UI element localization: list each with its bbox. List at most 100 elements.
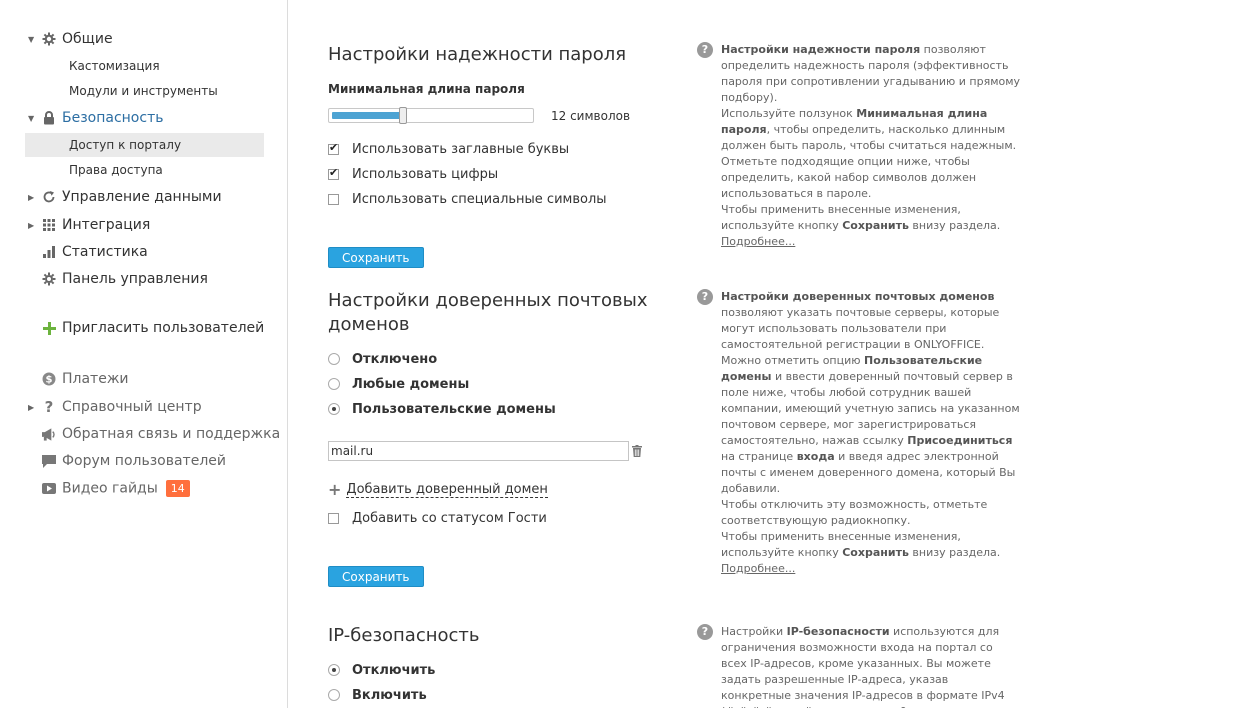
domains-any-radio[interactable] bbox=[328, 378, 340, 390]
nav-feedback-label: Обратная связь и поддержка bbox=[62, 426, 281, 442]
help-question-icon: ? bbox=[697, 289, 713, 305]
trash-icon[interactable] bbox=[632, 445, 642, 457]
domains-disabled-label: Отключено bbox=[352, 351, 438, 367]
nav-forum-label: Форум пользователей bbox=[62, 453, 226, 469]
domains-section-title-line1: Настройки доверенных почтовых bbox=[328, 290, 648, 311]
ip-enable-radio[interactable] bbox=[328, 689, 340, 701]
bar-chart-icon bbox=[42, 245, 56, 259]
add-trusted-domain-link[interactable]: + Добавить доверенный домен bbox=[328, 480, 548, 499]
password-section-title: Настройки надежности пароля bbox=[328, 44, 627, 65]
domains-disabled-radio[interactable] bbox=[328, 353, 340, 365]
nav-access-rights[interactable]: Права доступа bbox=[25, 158, 264, 182]
caret-down-icon: ▼ bbox=[28, 113, 35, 123]
help-text: на странице bbox=[721, 450, 797, 463]
password-help-text: Настройки надежности пароля позволяют оп… bbox=[721, 42, 1021, 250]
nav-control-panel-label: Панель управления bbox=[62, 271, 208, 287]
nav-payments-label: Платежи bbox=[62, 371, 129, 387]
help-question-icon: ? bbox=[697, 42, 713, 58]
caret-down-icon: ▼ bbox=[28, 34, 35, 44]
special-chars-checkbox[interactable] bbox=[328, 193, 339, 205]
control-panel-icon bbox=[42, 272, 56, 286]
nav-statistics-label: Статистика bbox=[62, 244, 148, 260]
digits-label: Использовать цифры bbox=[352, 166, 499, 182]
password-save-button[interactable]: Сохранить bbox=[328, 247, 424, 268]
nav-video-guides-label: Видео гайды 14 bbox=[62, 479, 190, 497]
digits-checkbox[interactable] bbox=[328, 166, 339, 180]
ip-help-text: Настройки IP-безопасности используются д… bbox=[721, 624, 1021, 708]
help-bold: Сохранить bbox=[842, 219, 909, 232]
min-length-label: Минимальная длина пароля bbox=[328, 82, 525, 96]
caret-right-icon: ▶ bbox=[28, 192, 35, 202]
add-trusted-domain-label: Добавить доверенный домен bbox=[346, 481, 548, 498]
nav-integration-label: Интеграция bbox=[62, 217, 151, 233]
digits-option[interactable]: Использовать цифры bbox=[328, 165, 498, 183]
question-icon: ? bbox=[44, 398, 54, 416]
domains-any-option[interactable]: Любые домены bbox=[328, 375, 469, 393]
ip-disable-radio[interactable] bbox=[328, 664, 340, 676]
ip-disable-label: Отключить bbox=[352, 662, 436, 678]
guest-status-option[interactable]: Добавить со статусом Гости bbox=[328, 509, 547, 527]
special-chars-label: Использовать специальные символы bbox=[352, 191, 607, 207]
help-bold: Настройки доверенных почтовых доменов bbox=[721, 290, 995, 303]
nav-data-management-label: Управление данными bbox=[62, 189, 222, 205]
domains-custom-label: Пользовательские домены bbox=[352, 401, 556, 417]
domains-section-title-line2: доменов bbox=[328, 314, 410, 335]
guest-status-label: Добавить со статусом Гости bbox=[352, 510, 547, 526]
video-play-icon bbox=[42, 481, 56, 495]
slider-handle[interactable] bbox=[399, 107, 407, 124]
domains-any-label: Любые домены bbox=[352, 376, 470, 392]
ip-enable-label: Включить bbox=[352, 687, 427, 703]
chat-icon bbox=[42, 454, 56, 468]
nav-security-label: Безопасность bbox=[62, 110, 164, 126]
ip-section-title: IP-безопасность bbox=[328, 625, 480, 646]
domains-custom-radio[interactable] bbox=[328, 403, 340, 415]
min-length-slider[interactable] bbox=[328, 107, 534, 124]
dollar-icon: $ bbox=[42, 372, 56, 386]
help-text: внизу раздела. bbox=[908, 546, 1001, 559]
settings-sidebar: ▼ Общие Кастомизация Модули и инструмент… bbox=[0, 0, 288, 708]
ip-help: ? Настройки IP-безопасности используются… bbox=[697, 624, 1027, 708]
nav-video-guides-text: Видео гайды bbox=[62, 480, 158, 496]
help-bold: Сохранить bbox=[842, 546, 909, 559]
refresh-icon bbox=[42, 190, 56, 204]
caret-right-icon: ▶ bbox=[28, 402, 35, 412]
video-count-badge: 14 bbox=[165, 479, 190, 497]
nav-general-label: Общие bbox=[62, 31, 113, 47]
ip-enable-option[interactable]: Включить bbox=[328, 686, 427, 704]
help-bold: IP-безопасности bbox=[786, 625, 890, 638]
help-text: Настройки bbox=[721, 625, 787, 638]
nav-help-center-label: Справочный центр bbox=[62, 399, 202, 415]
uppercase-checkbox[interactable] bbox=[328, 141, 339, 155]
help-text: Можно отметить опцию bbox=[721, 354, 865, 367]
ip-disable-option[interactable]: Отключить bbox=[328, 661, 435, 679]
special-chars-option[interactable]: Использовать специальные символы bbox=[328, 190, 607, 208]
password-help: ? Настройки надежности пароля позволяют … bbox=[697, 42, 1027, 248]
guest-status-checkbox[interactable] bbox=[328, 512, 339, 524]
svg-text:$: $ bbox=[46, 375, 53, 386]
uppercase-label: Использовать заглавные буквы bbox=[352, 141, 570, 157]
domains-custom-option[interactable]: Пользовательские домены bbox=[328, 400, 556, 418]
help-text: внизу раздела. bbox=[908, 219, 1001, 232]
help-bold: Настройки надежности пароля bbox=[721, 43, 921, 56]
nav-portal-access[interactable]: Доступ к порталу bbox=[25, 133, 264, 157]
password-more-link[interactable]: Подробнее... bbox=[721, 235, 795, 248]
help-question-icon: ? bbox=[697, 624, 713, 640]
domains-help-text: Настройки доверенных почтовых доменов по… bbox=[721, 289, 1021, 577]
help-text: Чтобы отключить эту возможность, отметьт… bbox=[721, 498, 988, 527]
grid-icon bbox=[42, 218, 56, 232]
nav-invite-users-label: Пригласить пользователей bbox=[62, 320, 265, 336]
domains-disabled-option[interactable]: Отключено bbox=[328, 350, 437, 368]
nav-modules-tools[interactable]: Модули и инструменты bbox=[25, 79, 264, 103]
domains-save-button[interactable]: Сохранить bbox=[328, 566, 424, 587]
gear-icon bbox=[42, 32, 56, 46]
uppercase-option[interactable]: Использовать заглавные буквы bbox=[328, 140, 569, 158]
slider-fill bbox=[332, 112, 403, 119]
nav-customization[interactable]: Кастомизация bbox=[25, 54, 264, 78]
domains-more-link[interactable]: Подробнее... bbox=[721, 562, 795, 575]
megaphone-icon bbox=[42, 427, 56, 441]
plus-icon bbox=[42, 321, 56, 335]
plus-icon: + bbox=[328, 480, 342, 499]
trusted-domain-input[interactable]: mail.ru bbox=[328, 441, 629, 461]
domains-help: ? Настройки доверенных почтовых доменов … bbox=[697, 289, 1027, 575]
help-text: Используйте ползунок bbox=[721, 107, 857, 120]
